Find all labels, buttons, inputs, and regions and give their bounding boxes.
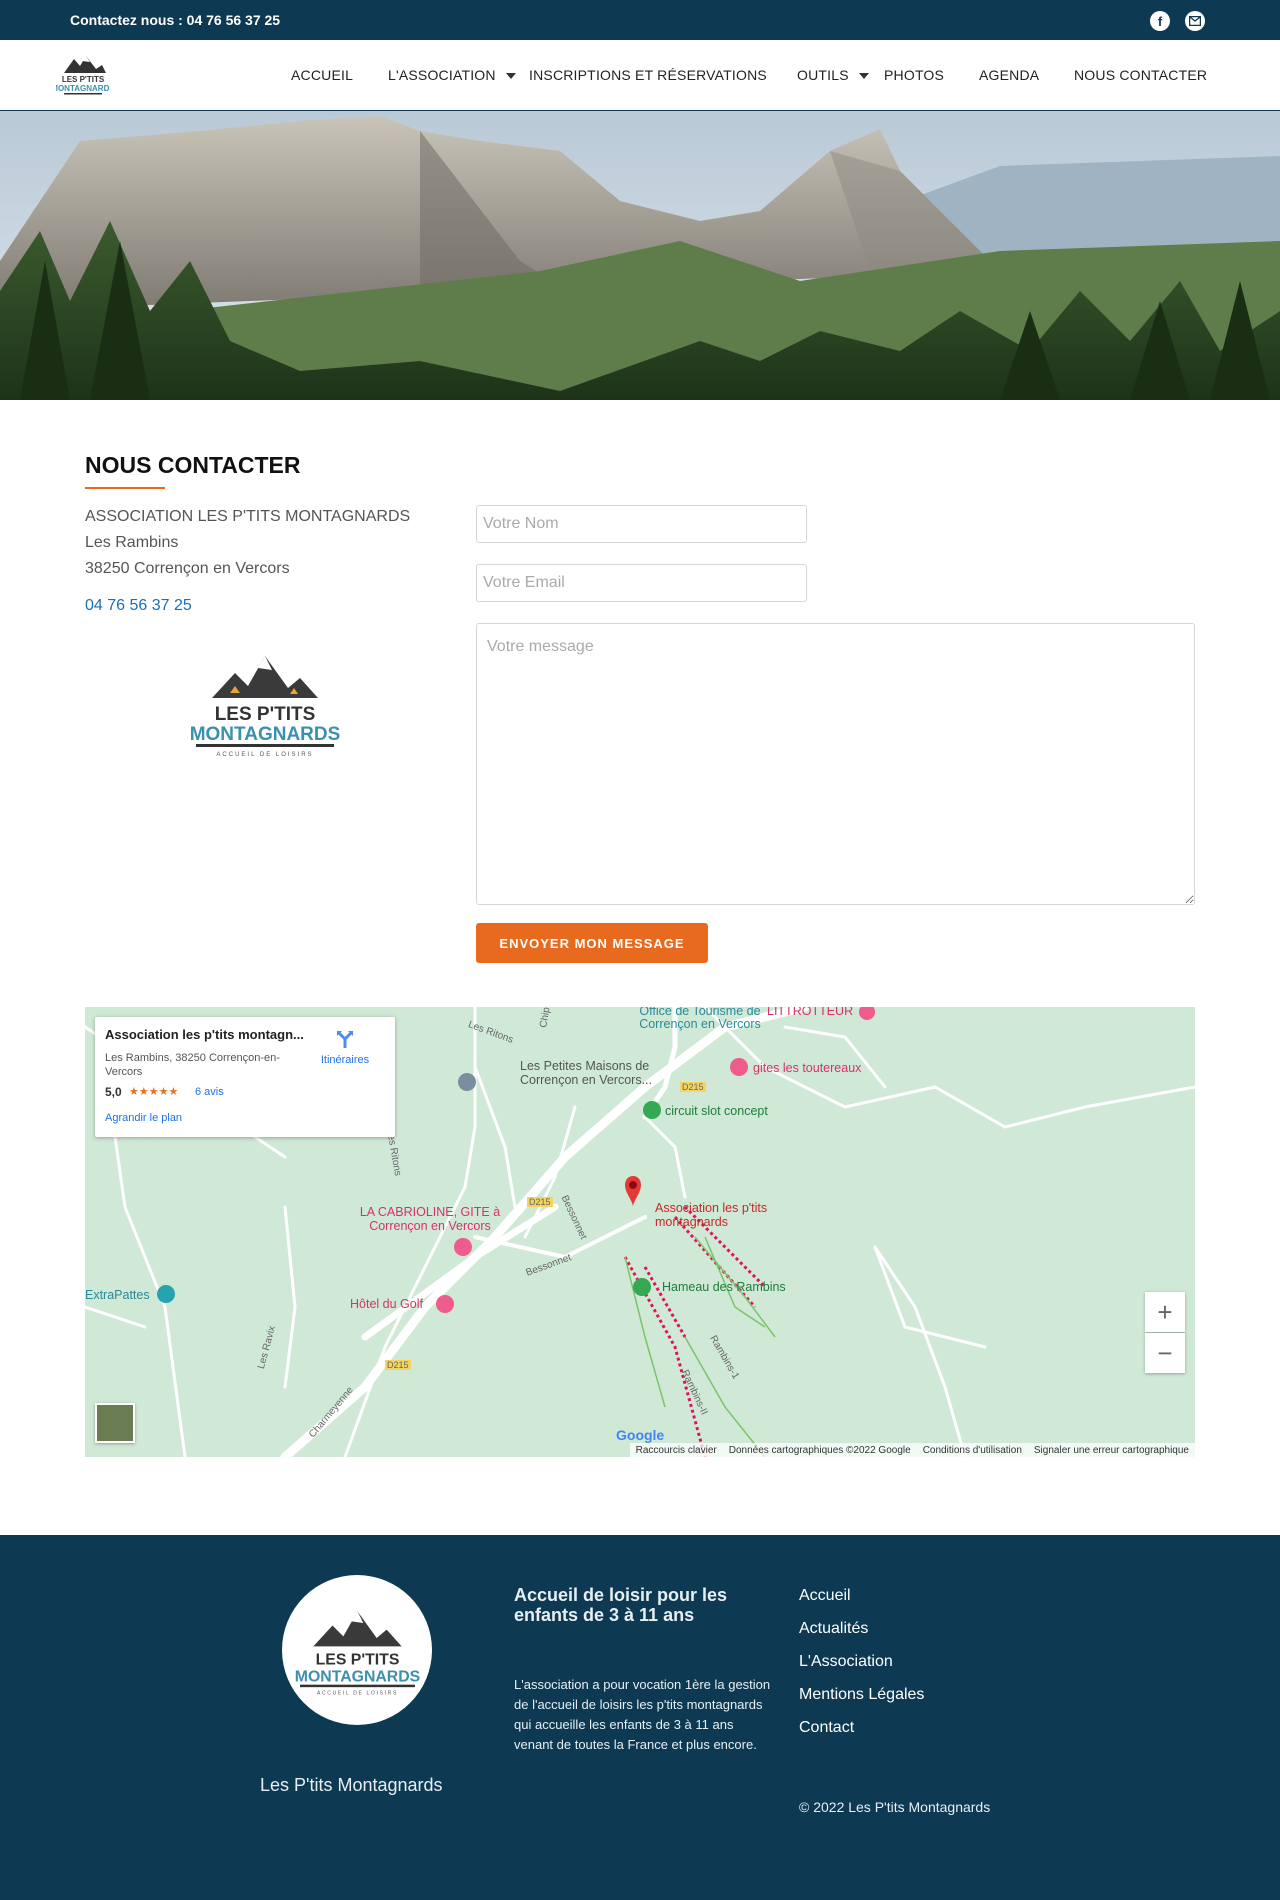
google-logo: Google [616,1427,665,1443]
map-label-cabrioline[interactable]: LA CABRIOLINE, GITE à Corrençon en Verco… [350,1205,510,1233]
map-label-hotel[interactable]: Hôtel du Golf [350,1297,423,1311]
footer-logo: LES P'TITS MONTAGNARDS ACCUEIL DE LOISIR… [282,1575,432,1725]
map-label-hameau[interactable]: Hameau des Rambins [662,1280,786,1294]
logo-line2: MONTAGNARDS [190,724,340,745]
message-textarea[interactable] [476,623,1195,905]
zoom-out-button[interactable]: − [1145,1333,1185,1373]
top-bar: Contactez nous : 04 76 56 37 25 f [0,0,1280,40]
address-city: 38250 Corrençon en Vercors [85,560,290,577]
nav-association[interactable]: L'ASSOCIATION [388,67,516,83]
road-label: D215 [527,1197,553,1207]
google-map[interactable]: Office de Tourisme de Corrençon en Verco… [85,1007,1195,1457]
nav-accueil[interactable]: ACCUEIL [291,67,353,83]
name-input[interactable] [476,505,807,543]
map-label-circuit[interactable]: circuit slot concept [665,1104,768,1118]
road-label: D215 [385,1360,411,1370]
nav-outils-label: OUTILS [797,67,849,83]
logo-main: LES P'TITS MONTAGNARDS ACCUEIL DE LOISIR… [190,656,340,758]
logo-small-line1: LES P'TITS [62,75,105,84]
map-report-link[interactable]: Signaler une erreur cartographique [1034,1445,1189,1456]
map-label-assoc[interactable]: Association les p'tits montagnards [655,1201,780,1229]
map-card-title: Association les p'tits montagn... [105,1027,304,1042]
map-label-petites-maisons[interactable]: Les Petites Maisons de Corrençon en Verc… [520,1059,690,1087]
map-card-enlarge-link[interactable]: Agrandir le plan [105,1112,182,1124]
footer-site-name: Les P'tits Montagnards [260,1775,443,1795]
road-label: D215 [680,1082,706,1092]
site-footer: LES P'TITS MONTAGNARDS ACCUEIL DE LOISIR… [0,1535,1280,1900]
map-card-stars: ★★★★★ [129,1086,179,1098]
map-card-address: Les Rambins, 38250 Corrençon-en-Vercors [105,1052,280,1078]
org-name: ASSOCIATION LES P'TITS MONTAGNARDS [85,508,411,525]
map-label-gites[interactable]: gites les toutereaux [753,1061,861,1075]
logo-small-line2: MONTAGNARDS [56,84,110,93]
footer-logo-line2: MONTAGNARDS [295,1668,420,1685]
map-terms-link[interactable]: Conditions d'utilisation [923,1445,1022,1456]
footer-description: L'association a pour vocation 1ère la ge… [514,1677,771,1752]
map-card-reviews-link[interactable]: 6 avis [195,1086,224,1098]
footer-link-actualites[interactable]: Actualités [799,1620,868,1638]
site-logo[interactable]: LES P'TITS MONTAGNARDS [56,53,110,97]
nav-photos[interactable]: PHOTOS [884,67,944,83]
footer-link-mentions[interactable]: Mentions Légales [799,1686,924,1704]
satellite-toggle[interactable] [95,1403,135,1443]
facebook-icon[interactable]: f [1150,11,1170,31]
footer-link-accueil[interactable]: Accueil [799,1587,851,1605]
footer-link-association[interactable]: L'Association [799,1653,893,1671]
directions-label: Itinéraires [320,1054,370,1066]
map-label-extrapattes[interactable]: ExtraPattes [85,1288,150,1302]
directions-button[interactable]: Itinéraires [320,1029,370,1074]
send-message-button[interactable]: ENVOYER MON MESSAGE [476,923,708,963]
top-contact-text: Contactez nous : 04 76 56 37 25 [70,12,281,28]
map-label-office[interactable]: Office de Tourisme de Corrençon en Verco… [615,1007,785,1031]
site-header: LES P'TITS MONTAGNARDS ACCUEIL L'ASSOCIA… [0,40,1280,111]
phone-link[interactable]: 04 76 56 37 25 [85,597,192,615]
map-card-rating: 5,0 [105,1085,122,1099]
chevron-down-icon [858,73,869,80]
page-title: NOUS CONTACTER [85,452,301,478]
logo-line1: LES P'TITS [215,704,316,725]
zoom-in-button[interactable]: + [1145,1292,1185,1332]
footer-tagline: Accueil de loisir pour les enfants de 3 … [514,1585,728,1625]
map-info-card: Association les p'tits montagn... Les Ra… [95,1017,395,1137]
email-icon[interactable] [1185,11,1205,31]
map-label-littrotteur[interactable]: LITTROTTEUR [767,1007,853,1018]
nav-agenda[interactable]: AGENDA [979,67,1039,83]
nav-association-label: L'ASSOCIATION [388,67,496,83]
nav-outils[interactable]: OUTILS [797,67,869,83]
footer-logo-line3: ACCUEIL DE LOISIRS [317,1690,398,1696]
email-input[interactable] [476,564,807,602]
address-street: Les Rambins [85,534,179,551]
footer-copyright: © 2022 Les P'tits Montagnards [799,1799,991,1815]
footer-link-contact[interactable]: Contact [799,1719,854,1737]
map-data-text: Données cartographiques ©2022 Google [728,1444,911,1456]
footer-logo-line1: LES P'TITS [315,1651,399,1668]
hero-image [0,111,1280,400]
logo-line3: ACCUEIL DE LOISIRS [216,752,313,758]
nav-inscriptions[interactable]: INSCRIPTIONS ET RÉSERVATIONS [529,67,767,83]
directions-icon [337,1031,353,1048]
chevron-down-icon [505,73,516,80]
map-footer: Raccourcis clavier Données cartographiqu… [629,1443,1195,1457]
nav-contact[interactable]: NOUS CONTACTER [1074,67,1207,83]
map-shortcuts-link[interactable]: Raccourcis clavier [636,1445,717,1456]
title-underline [85,487,165,489]
